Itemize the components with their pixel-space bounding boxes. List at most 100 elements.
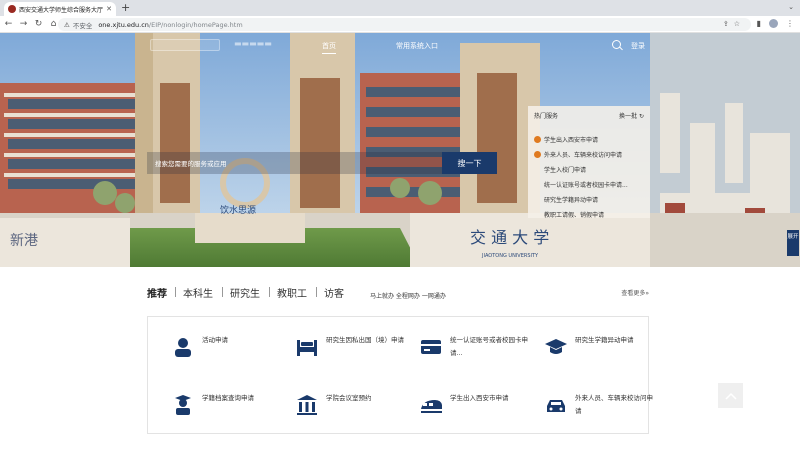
blank-icon — [534, 181, 541, 188]
train-icon — [421, 400, 442, 413]
hot-item[interactable]: 学生入校门申请 — [534, 162, 646, 177]
hot-services-list: 学生出入西安市申请 外来人员、车辆来校访问申请 学生入校门申请 统一认证账号或者… — [534, 132, 646, 222]
hot-item[interactable]: 外来人员、车辆来校访问申请 — [534, 147, 646, 162]
hero-banner: 新港 交 通 大 学 JIAOTONG UNIVERSITY 饮水思源 — [0, 33, 800, 267]
card-icon — [421, 340, 441, 354]
university-logo[interactable] — [150, 39, 220, 51]
car-icon — [547, 400, 565, 412]
browser-tab-bar: 西安交通大学师生综合服务大厅 ✕ + ⌄ — [0, 0, 800, 16]
service-label: 统一认证账号或者校园卡申请... — [450, 336, 528, 357]
search-icon[interactable] — [612, 40, 621, 49]
refresh-label: 换一批 — [619, 113, 638, 120]
new-tab-button[interactable]: + — [121, 1, 130, 15]
tab-graduate[interactable]: 研究生 — [230, 285, 260, 300]
login-link[interactable]: 登录 — [631, 41, 645, 51]
bed-icon — [297, 340, 317, 356]
hot-item-label: 教职工请假、销假申请 — [544, 212, 605, 219]
svg-text:新港: 新港 — [10, 233, 38, 249]
hot-services-title: 热门服务 — [534, 113, 559, 120]
browser-tab[interactable]: 西安交通大学师生综合服务大厅 ✕ — [4, 2, 116, 16]
tab-search-chevron-icon[interactable]: ⌄ — [788, 3, 794, 11]
service-item[interactable]: 研究生因私出国（境）申请 — [296, 334, 406, 370]
hot-item-label: 学生出入西安市申请 — [544, 137, 599, 144]
hot-services-panel: 热门服务 换一批 ↻ 学生出入西安市申请 外来人员、车辆来校访问申请 学生入校门… — [528, 106, 650, 219]
refresh-button[interactable]: 换一批 ↻ — [619, 111, 644, 120]
svg-text:交 通 大 学: 交 通 大 学 — [470, 228, 549, 247]
service-search-input[interactable]: 搜索您需要的服务或应用 — [147, 152, 442, 174]
service-item[interactable]: 学生出入西安市申请 — [420, 392, 530, 428]
search-placeholder: 搜索您需要的服务或应用 — [155, 160, 227, 168]
service-item[interactable]: 活动申请 — [172, 334, 282, 370]
hot-item-label: 统一认证账号或者校园卡申请... — [544, 182, 628, 189]
service-item[interactable]: 统一认证账号或者校园卡申请... — [420, 334, 530, 370]
tab-visitor[interactable]: 访客 — [324, 285, 344, 300]
service-hall-logo: ▬▬▬▬▬ — [234, 39, 272, 48]
url-path: /EIP/nonlogin/homePage.htm — [148, 20, 243, 29]
hot-item[interactable]: 统一认证账号或者校园卡申请... — [534, 177, 646, 192]
service-label: 学院会议室预约 — [326, 394, 372, 402]
tab-divider — [175, 287, 176, 297]
back-icon[interactable]: ← — [2, 19, 15, 29]
hot-item[interactable]: 研究生学籍异动申请 — [534, 192, 646, 207]
service-item[interactable]: 外来人员、车辆来校访问申请 — [545, 392, 655, 428]
search-button[interactable]: 搜一下 — [442, 152, 497, 174]
hot-item-label: 外来人员、车辆来校访问申请 — [544, 152, 623, 159]
service-item[interactable]: 学籍档案查询申请 — [172, 392, 282, 428]
blank-icon — [534, 211, 541, 218]
back-to-top-button[interactable] — [718, 383, 743, 408]
address-bar[interactable]: ⚠ 不安全 one.xjtu.edu.cn/EIP/nonlogin/homeP… — [58, 18, 751, 31]
slogan: 马上就办 全程网办 一网通办 — [370, 293, 446, 300]
hot-item-label: 学生入校门申请 — [544, 167, 587, 174]
forward-icon[interactable]: → — [17, 19, 30, 29]
tab-undergraduate[interactable]: 本科生 — [183, 285, 213, 300]
fire-icon — [534, 136, 541, 143]
nav-home[interactable]: 首页 — [322, 41, 336, 54]
nav-common-systems[interactable]: 常用系统入口 — [396, 41, 438, 51]
fire-icon — [534, 151, 541, 158]
warning-icon[interactable]: ⚠ — [64, 21, 70, 29]
tab-staff[interactable]: 教职工 — [277, 285, 307, 300]
hot-item-label: 研究生学籍异动申请 — [544, 197, 599, 204]
tab-divider — [269, 287, 270, 297]
service-label: 外来人员、车辆来校访问申请 — [575, 394, 653, 415]
browser-toolbar: ← → ↻ ⌂ ⚠ 不安全 one.xjtu.edu.cn/EIP/nonlog… — [0, 16, 800, 33]
refresh-icon: ↻ — [638, 113, 644, 120]
hot-item[interactable]: 教职工请假、销假申请 — [534, 207, 646, 222]
category-tabs: 推荐 本科生 研究生 教职工 访客 马上就办 全程网办 一网通办 查看更多» — [147, 285, 649, 303]
expand-label: 展开 — [787, 234, 799, 240]
graduate-icon — [175, 395, 191, 415]
insecure-label: 不安全 — [72, 21, 93, 30]
favicon-icon — [8, 5, 16, 13]
toolbar-right: ▮ ⋮ — [757, 19, 794, 28]
tab-divider — [222, 287, 223, 297]
svg-text:JIAOTONG UNIVERSITY: JIAOTONG UNIVERSITY — [481, 253, 539, 259]
reload-icon[interactable]: ↻ — [32, 19, 45, 29]
service-item[interactable]: 研究生学籍异动申请 — [545, 334, 655, 370]
sidebar-icon[interactable]: ▮ — [757, 19, 761, 28]
tab-recommended[interactable]: 推荐 — [147, 285, 167, 300]
service-item[interactable]: 学院会议室预约 — [296, 392, 406, 428]
service-label: 研究生因私出国（境）申请 — [326, 336, 404, 344]
url-host: one.xjtu.edu.cn — [98, 20, 149, 29]
service-label: 学籍档案查询申请 — [202, 394, 254, 402]
service-label: 学生出入西安市申请 — [450, 394, 509, 402]
tab-divider — [316, 287, 317, 297]
blank-icon — [534, 196, 541, 203]
person-icon — [175, 338, 191, 357]
close-tab-icon[interactable]: ✕ — [106, 5, 112, 13]
graduation-cap-icon — [545, 339, 567, 354]
building-icon — [297, 395, 317, 415]
profile-avatar[interactable] — [769, 19, 778, 28]
chevron-up-icon — [724, 392, 737, 400]
blank-icon — [534, 166, 541, 173]
view-more-link[interactable]: 查看更多» — [621, 288, 649, 297]
service-label: 活动申请 — [202, 336, 228, 344]
site-top-nav: ▬▬▬▬▬ 首页 常用系统入口 登录 — [0, 33, 800, 59]
svg-text:饮水思源: 饮水思源 — [220, 204, 256, 216]
share-bookmark-icons[interactable]: ⇪☆ — [723, 20, 745, 28]
service-label: 研究生学籍异动申请 — [575, 336, 634, 344]
menu-icon[interactable]: ⋮ — [786, 19, 794, 28]
campus-photo: 新港 交 通 大 学 JIAOTONG UNIVERSITY 饮水思源 — [0, 33, 800, 267]
hot-item[interactable]: 学生出入西安市申请 — [534, 132, 646, 147]
expand-side-button[interactable]: 展开 — [787, 230, 799, 256]
